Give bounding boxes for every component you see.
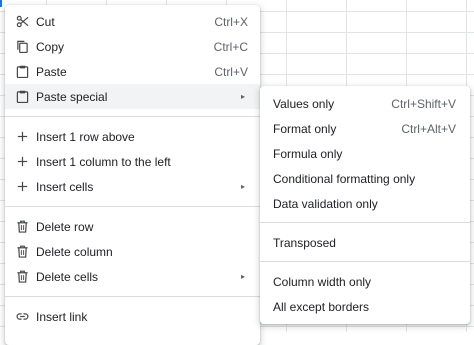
menu-item-copy[interactable]: Copy Ctrl+C	[5, 34, 260, 59]
menu-item-insert-link[interactable]: Insert link	[5, 304, 260, 329]
menu-item-shortcut: Ctrl+C	[213, 39, 248, 54]
submenu-item-conditional-formatting-only[interactable]: Conditional formatting only	[260, 166, 470, 191]
menu-item-delete-cells[interactable]: Delete cells ▸	[5, 264, 260, 289]
menu-item-delete-column[interactable]: Delete column	[5, 239, 260, 264]
copy-icon	[17, 40, 28, 53]
submenu-arrow-icon: ▸	[240, 182, 245, 191]
menu-item-label: Delete row	[36, 219, 94, 234]
menu-item-label: Data validation only	[273, 196, 378, 211]
submenu-item-all-except-borders[interactable]: All except borders	[260, 294, 470, 319]
trash-icon	[17, 220, 28, 233]
context-menu: Cut Ctrl+X Copy Ctrl+C Paste Ctrl+V Past…	[5, 5, 260, 345]
menu-item-insert-row-above[interactable]: Insert 1 row above	[5, 124, 260, 149]
paste-special-submenu: Values only Ctrl+Shift+V Format only Ctr…	[260, 86, 470, 324]
menu-item-shortcut: Ctrl+Alt+V	[401, 121, 456, 136]
menu-separator	[260, 261, 470, 262]
menu-item-label: Delete column	[36, 244, 113, 259]
active-cell-indicator	[0, 0, 2, 7]
menu-item-shortcut: Ctrl+Shift+V	[391, 96, 456, 111]
menu-separator	[5, 296, 260, 297]
submenu-item-format-only[interactable]: Format only Ctrl+Alt+V	[260, 116, 470, 141]
menu-item-label: Format only	[273, 121, 337, 136]
menu-item-cut[interactable]: Cut Ctrl+X	[5, 9, 260, 34]
plus-icon	[17, 156, 28, 167]
submenu-item-column-width-only[interactable]: Column width only	[260, 269, 470, 294]
menu-item-paste-special[interactable]: Paste special ▸	[5, 84, 260, 109]
menu-item-label: Paste special	[36, 89, 108, 104]
menu-separator	[5, 206, 260, 207]
clipboard-icon	[16, 65, 29, 78]
menu-item-insert-column-left[interactable]: Insert 1 column to the left	[5, 149, 260, 174]
submenu-arrow-icon: ▸	[240, 272, 245, 281]
submenu-item-data-validation-only[interactable]: Data validation only	[260, 191, 470, 216]
link-icon	[16, 313, 29, 320]
menu-item-label: Paste	[36, 64, 67, 79]
submenu-item-formula-only[interactable]: Formula only	[260, 141, 470, 166]
plus-icon	[17, 131, 28, 142]
menu-item-label: Transposed	[273, 235, 336, 250]
menu-item-label: Cut	[36, 14, 55, 29]
menu-separator	[5, 116, 260, 117]
menu-item-shortcut: Ctrl+X	[214, 14, 248, 29]
menu-item-delete-row[interactable]: Delete row	[5, 214, 260, 239]
submenu-item-values-only[interactable]: Values only Ctrl+Shift+V	[260, 91, 470, 116]
menu-item-shortcut: Ctrl+V	[214, 64, 248, 79]
menu-item-label: Conditional formatting only	[273, 171, 416, 186]
clipboard-icon	[16, 90, 29, 103]
menu-item-label: Insert 1 row above	[36, 129, 135, 144]
menu-item-label: Insert cells	[36, 179, 94, 194]
submenu-item-transposed[interactable]: Transposed	[260, 230, 470, 255]
trash-icon	[17, 270, 28, 283]
submenu-arrow-icon: ▸	[240, 92, 245, 101]
menu-item-label: Copy	[36, 39, 65, 54]
menu-item-label: Delete cells	[36, 269, 99, 284]
trash-icon	[17, 245, 28, 258]
menu-item-insert-cells[interactable]: Insert cells ▸	[5, 174, 260, 199]
menu-item-label: Insert link	[36, 309, 88, 324]
menu-item-paste[interactable]: Paste Ctrl+V	[5, 59, 260, 84]
menu-item-label: Formula only	[273, 146, 343, 161]
menu-item-label: Insert 1 column to the left	[36, 154, 171, 169]
scissors-icon	[16, 15, 29, 28]
plus-icon	[17, 181, 28, 192]
menu-separator	[260, 222, 470, 223]
menu-item-label: Values only	[273, 96, 335, 111]
menu-item-label: Column width only	[273, 274, 372, 289]
menu-item-label: All except borders	[273, 299, 370, 314]
